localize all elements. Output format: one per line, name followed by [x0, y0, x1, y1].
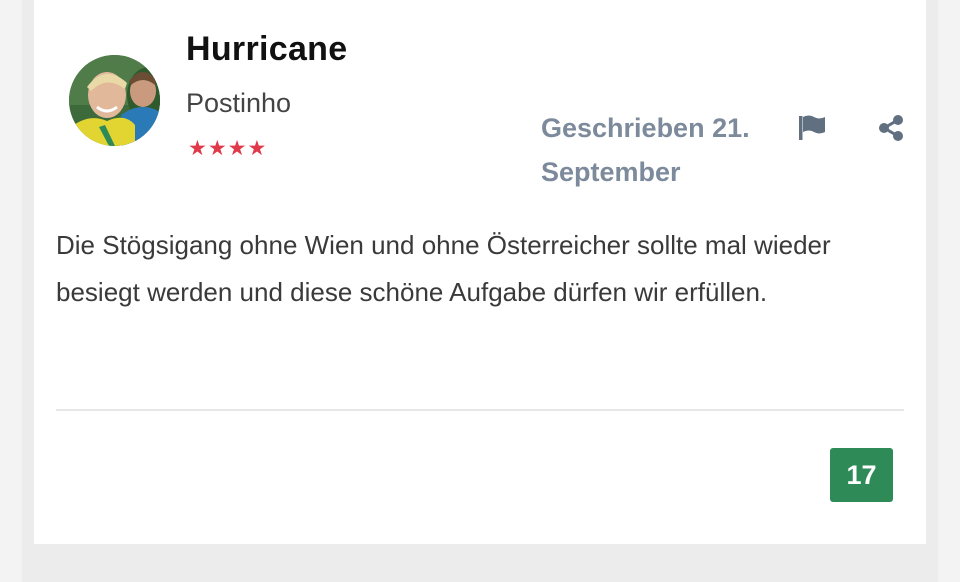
- star-icon: ★: [207, 137, 227, 160]
- divider: [56, 409, 904, 411]
- share-icon: [879, 115, 903, 141]
- rank-stars: ★ ★ ★ ★: [188, 137, 266, 161]
- author-rank-title: Postinho: [186, 88, 292, 118]
- star-icon: ★: [247, 137, 267, 160]
- author-name[interactable]: Hurricane: [186, 30, 347, 69]
- star-icon: ★: [188, 137, 207, 160]
- share-button[interactable]: [876, 113, 906, 143]
- post-content: Die Stögsigang ohne Wien und ohne Österr…: [56, 230, 831, 307]
- post-card: Hurricane Postinho ★ ★ ★ ★ Geschrieben 2…: [34, 0, 926, 544]
- right-scrollbar-track[interactable]: [938, 0, 960, 582]
- flag-icon: [799, 115, 825, 140]
- left-gutter: [0, 0, 22, 582]
- report-button[interactable]: [796, 113, 828, 143]
- avatar-image: [69, 55, 160, 146]
- author-avatar[interactable]: [69, 55, 160, 146]
- reaction-count-badge[interactable]: 17: [830, 448, 893, 502]
- star-icon: ★: [227, 137, 247, 160]
- post-date[interactable]: Geschrieben 21. September: [541, 106, 781, 194]
